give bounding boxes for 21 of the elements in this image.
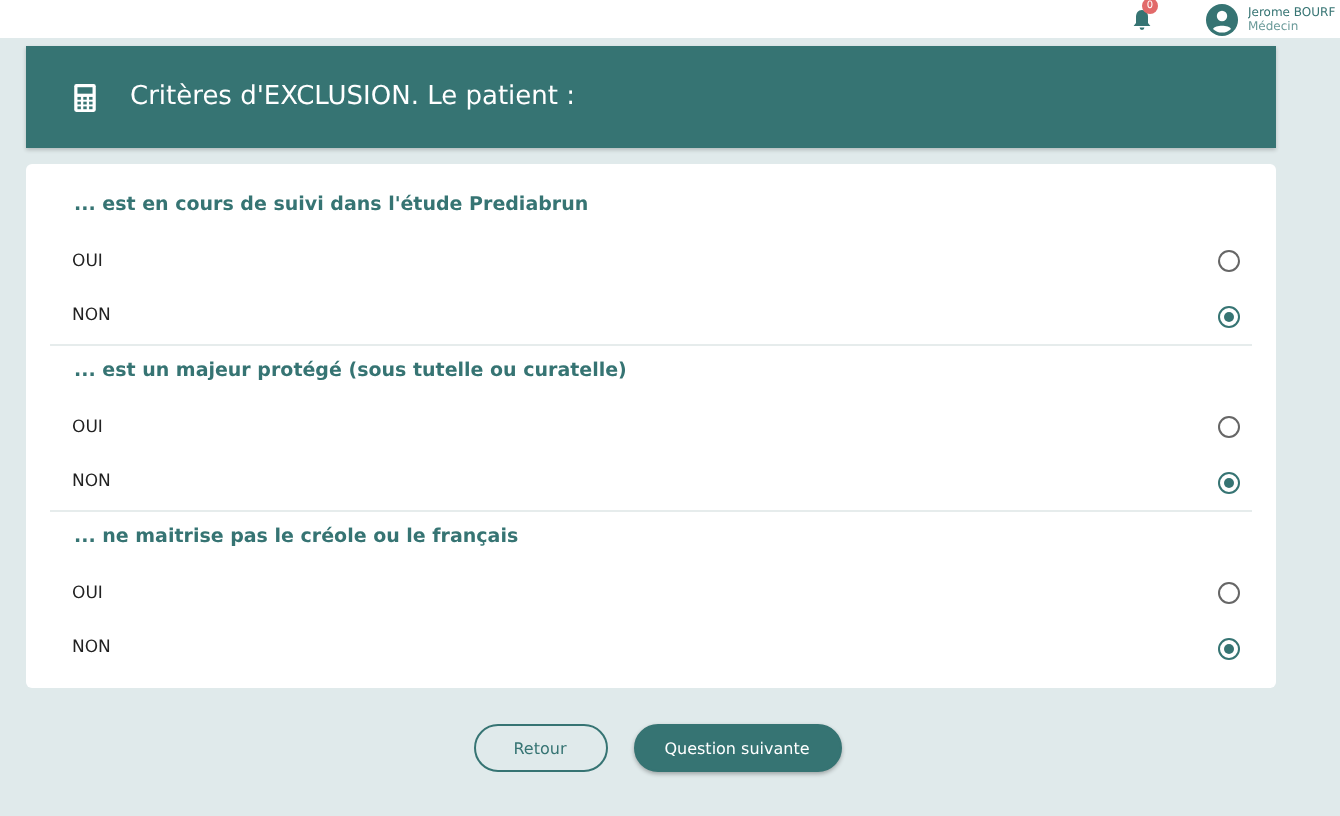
radio-button[interactable] xyxy=(1218,637,1240,660)
option-label: OUI xyxy=(72,251,103,272)
next-button[interactable]: Question suivante xyxy=(633,724,841,772)
option-label: NON xyxy=(72,472,111,493)
radio-button[interactable] xyxy=(1218,250,1240,273)
question-text: ... ne maitrise pas le créole ou le français xyxy=(72,524,521,552)
option-label: NON xyxy=(72,638,111,659)
bell-icon[interactable] xyxy=(1130,7,1154,31)
back-button[interactable]: Retour xyxy=(473,724,607,772)
user-avatar-icon[interactable] xyxy=(1206,3,1238,35)
question-text: ... est un majeur protégé (sous tutelle ou curatelle) xyxy=(72,358,629,386)
radio-button[interactable] xyxy=(1218,582,1240,605)
option-label: NON xyxy=(72,306,111,327)
calculator-icon xyxy=(74,83,96,111)
question-text: ... est en cours de suivi dans l'étude Prediabrun xyxy=(72,192,591,220)
radio-button[interactable] xyxy=(1218,416,1240,439)
header-title: Critères d'EXCLUSION. Le patient : xyxy=(130,82,576,112)
radio-button[interactable] xyxy=(1218,305,1240,328)
option-label: OUI xyxy=(72,583,103,604)
option-label: OUI xyxy=(72,417,103,438)
radio-button[interactable] xyxy=(1218,471,1240,494)
